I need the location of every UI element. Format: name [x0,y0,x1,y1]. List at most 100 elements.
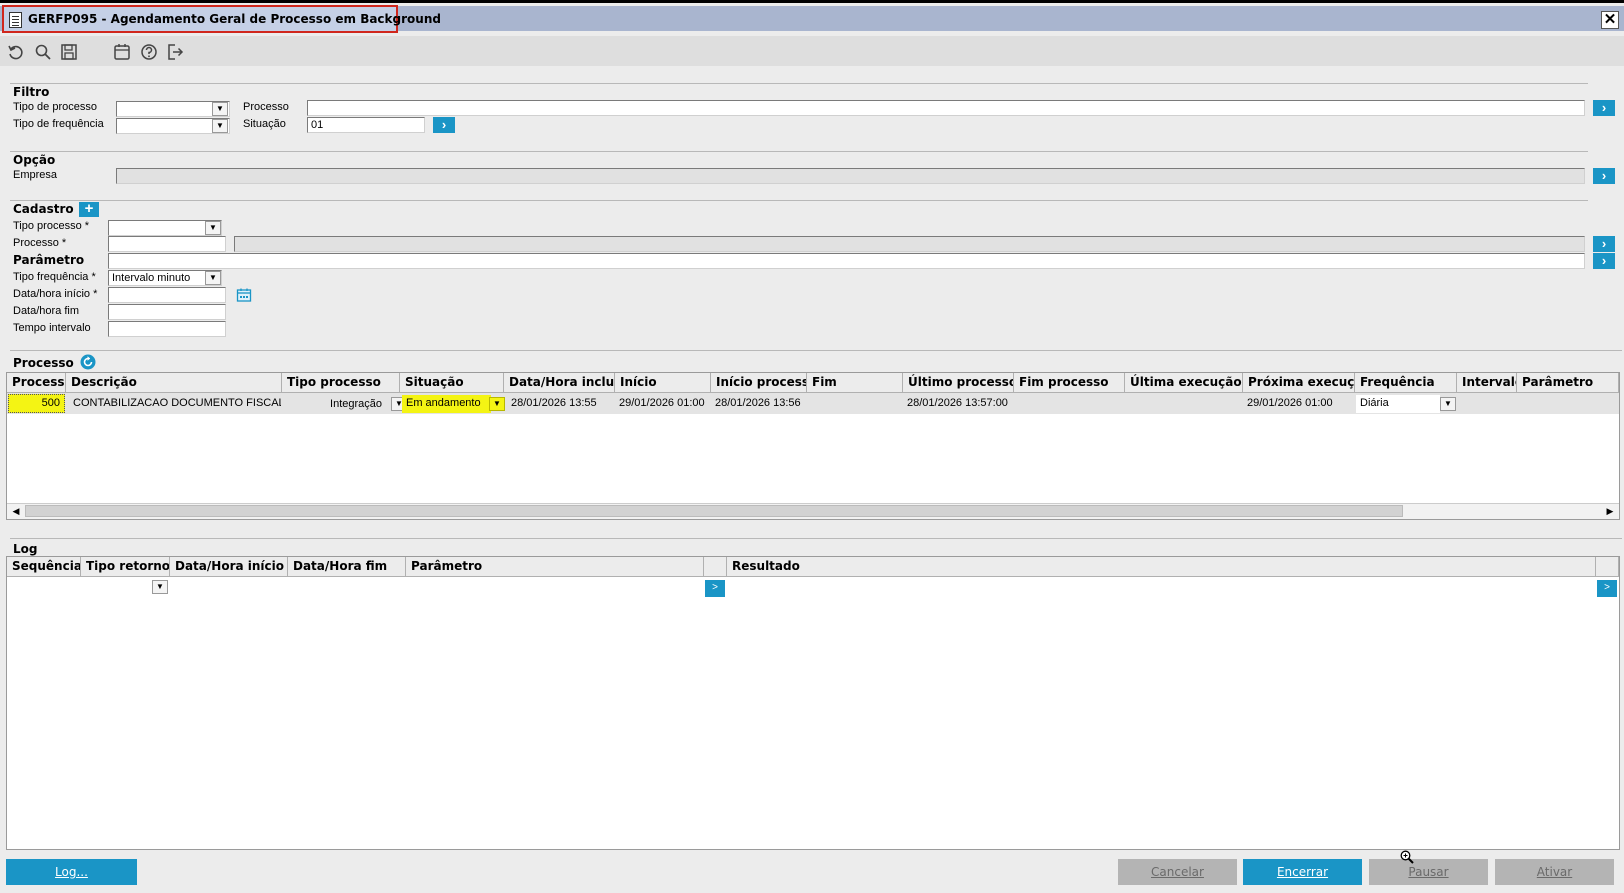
cadastro-processo-description [234,236,1585,252]
save-icon[interactable] [60,43,78,61]
data-hora-inicio-label: Data/hora início * [13,288,98,300]
cadastro-parametro-input[interactable] [108,253,1585,269]
data-hora-inicio-input[interactable] [108,287,226,303]
search-icon[interactable] [34,43,52,61]
cell-frequencia[interactable]: Diária [1356,395,1440,413]
col-header-inicio[interactable]: Início [615,373,711,393]
cancelar-button[interactable]: Cancelar [1118,859,1237,885]
col-header-inicio-processo[interactable]: Início processo [711,373,807,393]
filtro-divider [10,83,1588,84]
tempo-intervalo-input[interactable] [108,321,226,337]
col-header-processo[interactable]: Processo [7,373,66,393]
cell-ultimo-processo: 28/01/2026 13:57:00 [907,397,1008,409]
log-button[interactable]: Log... [6,859,137,885]
filtro-title: Filtro [13,85,50,99]
col-header-resultado[interactable]: Resultado [727,557,1596,577]
col-header-data-hora-fim[interactable]: Data/Hora fim [288,557,406,577]
tipo-processo-filter-dropdown[interactable]: ▼ [212,102,228,116]
cadastro-tipo-frequencia-dropdown[interactable]: ▼ [205,271,221,285]
calendar-picker-icon[interactable] [236,287,252,303]
scroll-right-arrow-icon[interactable]: ▶ [1603,504,1617,518]
col-header-parametro[interactable]: Parâmetro [1517,373,1619,393]
situacao-filter-input[interactable]: 01 [307,117,425,133]
opcao-title: Opção [13,153,56,167]
ativar-button[interactable]: Ativar [1495,859,1614,885]
cell-situacao[interactable]: Em andamento [402,395,491,413]
add-cadastro-button[interactable]: + [79,201,99,217]
cadastro-parametro-go-button[interactable]: › [1593,253,1615,269]
log-parametro-go-button[interactable]: > [705,580,725,597]
col-header-spacer-end [1596,557,1619,577]
col-header-intervalo[interactable]: Intervalo [1457,373,1517,393]
cadastro-divider [10,200,1588,201]
scroll-thumb[interactable] [25,505,1403,517]
empresa-input[interactable] [116,168,1585,184]
col-header-ultimo-processo[interactable]: Último processo [903,373,1014,393]
empresa-go-button[interactable]: › [1593,168,1615,184]
col-header-data-hora-inicio[interactable]: Data/Hora início [170,557,288,577]
encerrar-button[interactable]: Encerrar [1243,859,1362,885]
col-header-descricao[interactable]: Descrição [66,373,282,393]
col-header-spacer [704,557,727,577]
exit-icon[interactable] [166,43,184,61]
window-title: GERFP095 - Agendamento Geral de Processo… [28,12,441,26]
list-item[interactable] [7,577,1619,597]
tipo-frequencia-filter-dropdown[interactable]: ▼ [212,119,228,133]
cell-descricao: CONTABILIZACAO DOCUMENTO FISCAL [73,397,281,409]
col-header-fim-processo[interactable]: Fim processo [1014,373,1125,393]
document-icon [9,12,22,28]
cadastro-processo-input[interactable] [108,236,226,252]
calendar-icon[interactable] [113,43,131,61]
pausar-button[interactable]: Pausar [1369,859,1488,885]
tempo-intervalo-label: Tempo intervalo [13,322,91,334]
col-header-sequencia[interactable]: Sequência [7,557,81,577]
processo-divider [10,350,1622,351]
refresh-icon[interactable] [80,354,96,370]
col-header-tipo-processo[interactable]: Tipo processo [282,373,400,393]
close-button[interactable]: ✕ [1601,11,1619,29]
cell-processo[interactable]: 500 [8,394,65,413]
help-icon[interactable] [140,43,158,61]
opcao-divider [10,151,1588,152]
cadastro-title: Cadastro [13,202,74,216]
processo-filter-input[interactable] [307,100,1585,116]
cell-frequencia-dropdown[interactable]: ▼ [1440,397,1456,411]
undo-icon[interactable] [7,43,25,61]
scroll-left-arrow-icon[interactable]: ◀ [9,504,23,518]
cadastro-parametro-label: Parâmetro [13,253,85,267]
processo-filter-go-button[interactable]: › [1593,100,1615,116]
cell-inicio: 29/01/2026 01:00 [619,397,705,409]
col-header-fim[interactable]: Fim [807,373,903,393]
cell-tipo-processo[interactable]: Integração [287,395,392,415]
cell-situacao-dropdown[interactable]: ▼ [489,397,505,411]
log-grid: Sequência Tipo retorno Data/Hora início … [6,556,1620,850]
toolbar [0,36,1624,66]
cell-proxima-execucao: 29/01/2026 01:00 [1247,397,1333,409]
situacao-filter-go-button[interactable]: › [433,117,455,133]
log-tipo-retorno-dropdown[interactable]: ▼ [152,580,168,594]
log-divider [10,538,1622,539]
cell-data-inclusao: 28/01/2026 13:55 [511,397,597,409]
col-header-data-inclusao[interactable]: Data/Hora inclusão [504,373,615,393]
col-header-tipo-retorno[interactable]: Tipo retorno [81,557,170,577]
situacao-filter-label: Situação [243,118,286,130]
cadastro-processo-label: Processo * [13,237,67,249]
col-header-situacao[interactable]: Situação [400,373,504,393]
data-hora-fim-label: Data/hora fim [13,305,80,317]
cell-inicio-processo: 28/01/2026 13:56 [715,397,801,409]
processo-grid-title: Processo [13,356,74,370]
col-header-ultima-execucao[interactable]: Última execução [1125,373,1243,393]
data-hora-fim-input[interactable] [108,304,226,320]
cadastro-tipo-frequencia-label: Tipo frequência * [13,271,96,283]
col-header-frequencia[interactable]: Frequência [1355,373,1457,393]
col-header-proxima-execucao[interactable]: Próxima execução [1243,373,1355,393]
log-resultado-go-button[interactable]: > [1597,580,1617,597]
processo-grid: Processo Descrição Tipo processo Situaçã… [6,372,1620,520]
cadastro-tipo-processo-dropdown[interactable]: ▼ [205,221,221,235]
tipo-processo-filter-label: Tipo de processo [13,101,97,113]
cadastro-processo-go-button[interactable]: › [1593,236,1615,252]
processo-filter-label: Processo [243,101,289,113]
zoom-cursor-icon [1400,850,1414,864]
col-header-log-parametro[interactable]: Parâmetro [406,557,704,577]
empresa-label: Empresa [13,169,58,181]
